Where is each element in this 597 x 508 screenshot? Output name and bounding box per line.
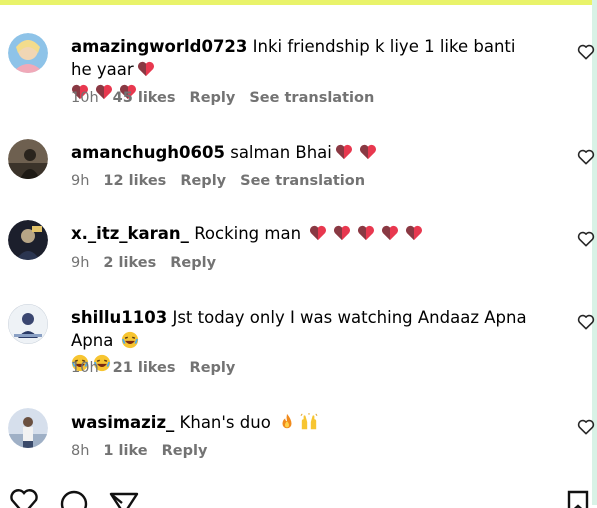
heart-emoji-icon — [359, 144, 376, 160]
comment-meta: 9h 2 likes Reply — [71, 255, 230, 271]
comment-body: Rocking man — [194, 224, 302, 243]
like-comment-icon[interactable] — [577, 44, 595, 60]
like-comment-icon[interactable] — [577, 419, 595, 435]
comment-likes[interactable]: 12 likes — [103, 173, 166, 189]
comment-username[interactable]: x._itz_karan_ — [71, 224, 189, 243]
heart-emoji-icon — [334, 225, 351, 241]
heart-emoji-icon — [137, 61, 154, 77]
comment-time: 9h — [71, 255, 90, 271]
comment-meta: 10h 45 likes Reply See translation — [71, 90, 388, 106]
post-action-bar — [0, 488, 597, 508]
comment-meta: 8h 1 like Reply — [71, 443, 221, 459]
see-translation-button[interactable]: See translation — [240, 173, 365, 189]
reply-button[interactable]: Reply — [190, 360, 236, 376]
reply-button[interactable]: Reply — [170, 255, 216, 271]
comment-body: salman Bhai — [230, 143, 332, 162]
heart-emoji-icon — [406, 225, 423, 241]
reply-button[interactable]: Reply — [190, 90, 236, 106]
avatar[interactable] — [8, 139, 48, 179]
reply-button[interactable]: Reply — [162, 443, 208, 459]
heart-emoji-icon — [335, 144, 352, 160]
avatar[interactable] — [8, 220, 48, 260]
comment-username[interactable]: wasimaziz_ — [71, 413, 174, 432]
comment-time: 8h — [71, 443, 90, 459]
fire-emoji-icon — [282, 413, 292, 429]
comment-meta: 9h 12 likes Reply See translation — [71, 173, 379, 189]
comment-meta: 10h 21 likes Reply — [71, 360, 249, 376]
heart-emoji-icon — [310, 225, 327, 241]
avatar[interactable] — [8, 408, 48, 448]
heart-emoji-icon — [382, 225, 399, 241]
comment-text: wasimaziz_ Khan's duo — [71, 411, 541, 434]
comment-likes[interactable]: 21 likes — [113, 360, 176, 376]
laughing-emoji-icon — [121, 331, 138, 349]
share-icon[interactable] — [108, 488, 140, 508]
raising-hands-emoji-icon — [300, 413, 318, 430]
like-comment-icon[interactable] — [577, 231, 595, 247]
like-comment-icon[interactable] — [577, 314, 595, 330]
comment-likes[interactable]: 1 like — [103, 443, 147, 459]
see-translation-button[interactable]: See translation — [249, 90, 374, 106]
reply-button[interactable]: Reply — [180, 173, 226, 189]
bookmark-icon[interactable] — [566, 488, 590, 508]
comment-likes[interactable]: 2 likes — [103, 255, 156, 271]
comment-time: 9h — [71, 173, 90, 189]
heart-emoji-icon — [358, 225, 375, 241]
comment-icon[interactable] — [58, 488, 90, 508]
comment-likes[interactable]: 45 likes — [113, 90, 176, 106]
like-comment-icon[interactable] — [577, 149, 595, 165]
comment-text: x._itz_karan_ Rocking man — [71, 222, 541, 245]
heart-outline-icon[interactable] — [8, 488, 40, 508]
comment-username[interactable]: amazingworld0723 — [71, 37, 247, 56]
comment-text: amanchugh0605 salman Bhai — [71, 141, 541, 164]
avatar[interactable] — [8, 33, 48, 73]
avatar[interactable] — [8, 304, 48, 344]
comment-time: 10h — [71, 90, 99, 106]
top-accent-strip — [0, 0, 597, 5]
comment-body: Khan's duo — [179, 413, 271, 432]
comment-username[interactable]: shillu1103 — [71, 308, 167, 327]
comment-time: 10h — [71, 360, 99, 376]
comment-username[interactable]: amanchugh0605 — [71, 143, 225, 162]
